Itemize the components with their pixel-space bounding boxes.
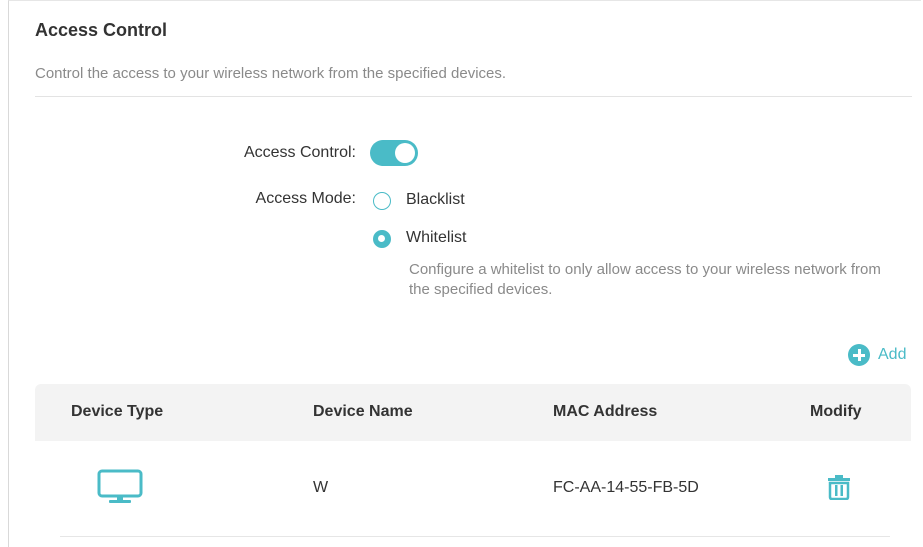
blacklist-label[interactable]: Blacklist <box>406 191 465 209</box>
whitelist-hint: Configure a whitelist to only allow acce… <box>409 261 881 298</box>
whitelist-radio[interactable] <box>373 230 391 248</box>
row-divider <box>60 536 890 537</box>
blacklist-radio[interactable] <box>373 192 391 210</box>
section-divider <box>35 96 912 97</box>
column-device-type: Device Type <box>71 403 164 420</box>
column-mac-address: MAC Address <box>553 403 658 420</box>
mac-address-cell: FC-AA-14-55-FB-5D <box>553 479 699 496</box>
table-header: Device Type Device Name MAC Address Modi… <box>35 384 911 441</box>
whitelist-label[interactable]: Whitelist <box>406 229 466 247</box>
monitor-icon <box>97 469 143 503</box>
column-modify: Modify <box>810 403 862 420</box>
column-device-name: Device Name <box>313 403 413 420</box>
toggle-knob <box>395 143 415 163</box>
device-name-cell: W <box>313 479 329 496</box>
section-description: Control the access to your wireless netw… <box>35 65 507 82</box>
trash-icon[interactable] <box>827 474 851 500</box>
add-label: Add <box>878 346 907 363</box>
plus-circle-icon <box>848 344 870 366</box>
device-table: Device Type Device Name MAC Address Modi… <box>35 384 911 547</box>
access-mode-label: Access Mode: <box>255 190 356 207</box>
access-control-toggle[interactable] <box>370 140 418 166</box>
table-body: W FC-AA-14-55-FB-5D <box>35 441 911 547</box>
access-control-label: Access Control: <box>243 144 356 161</box>
section-title: Access Control <box>35 20 168 40</box>
add-button[interactable]: Add <box>848 344 906 366</box>
